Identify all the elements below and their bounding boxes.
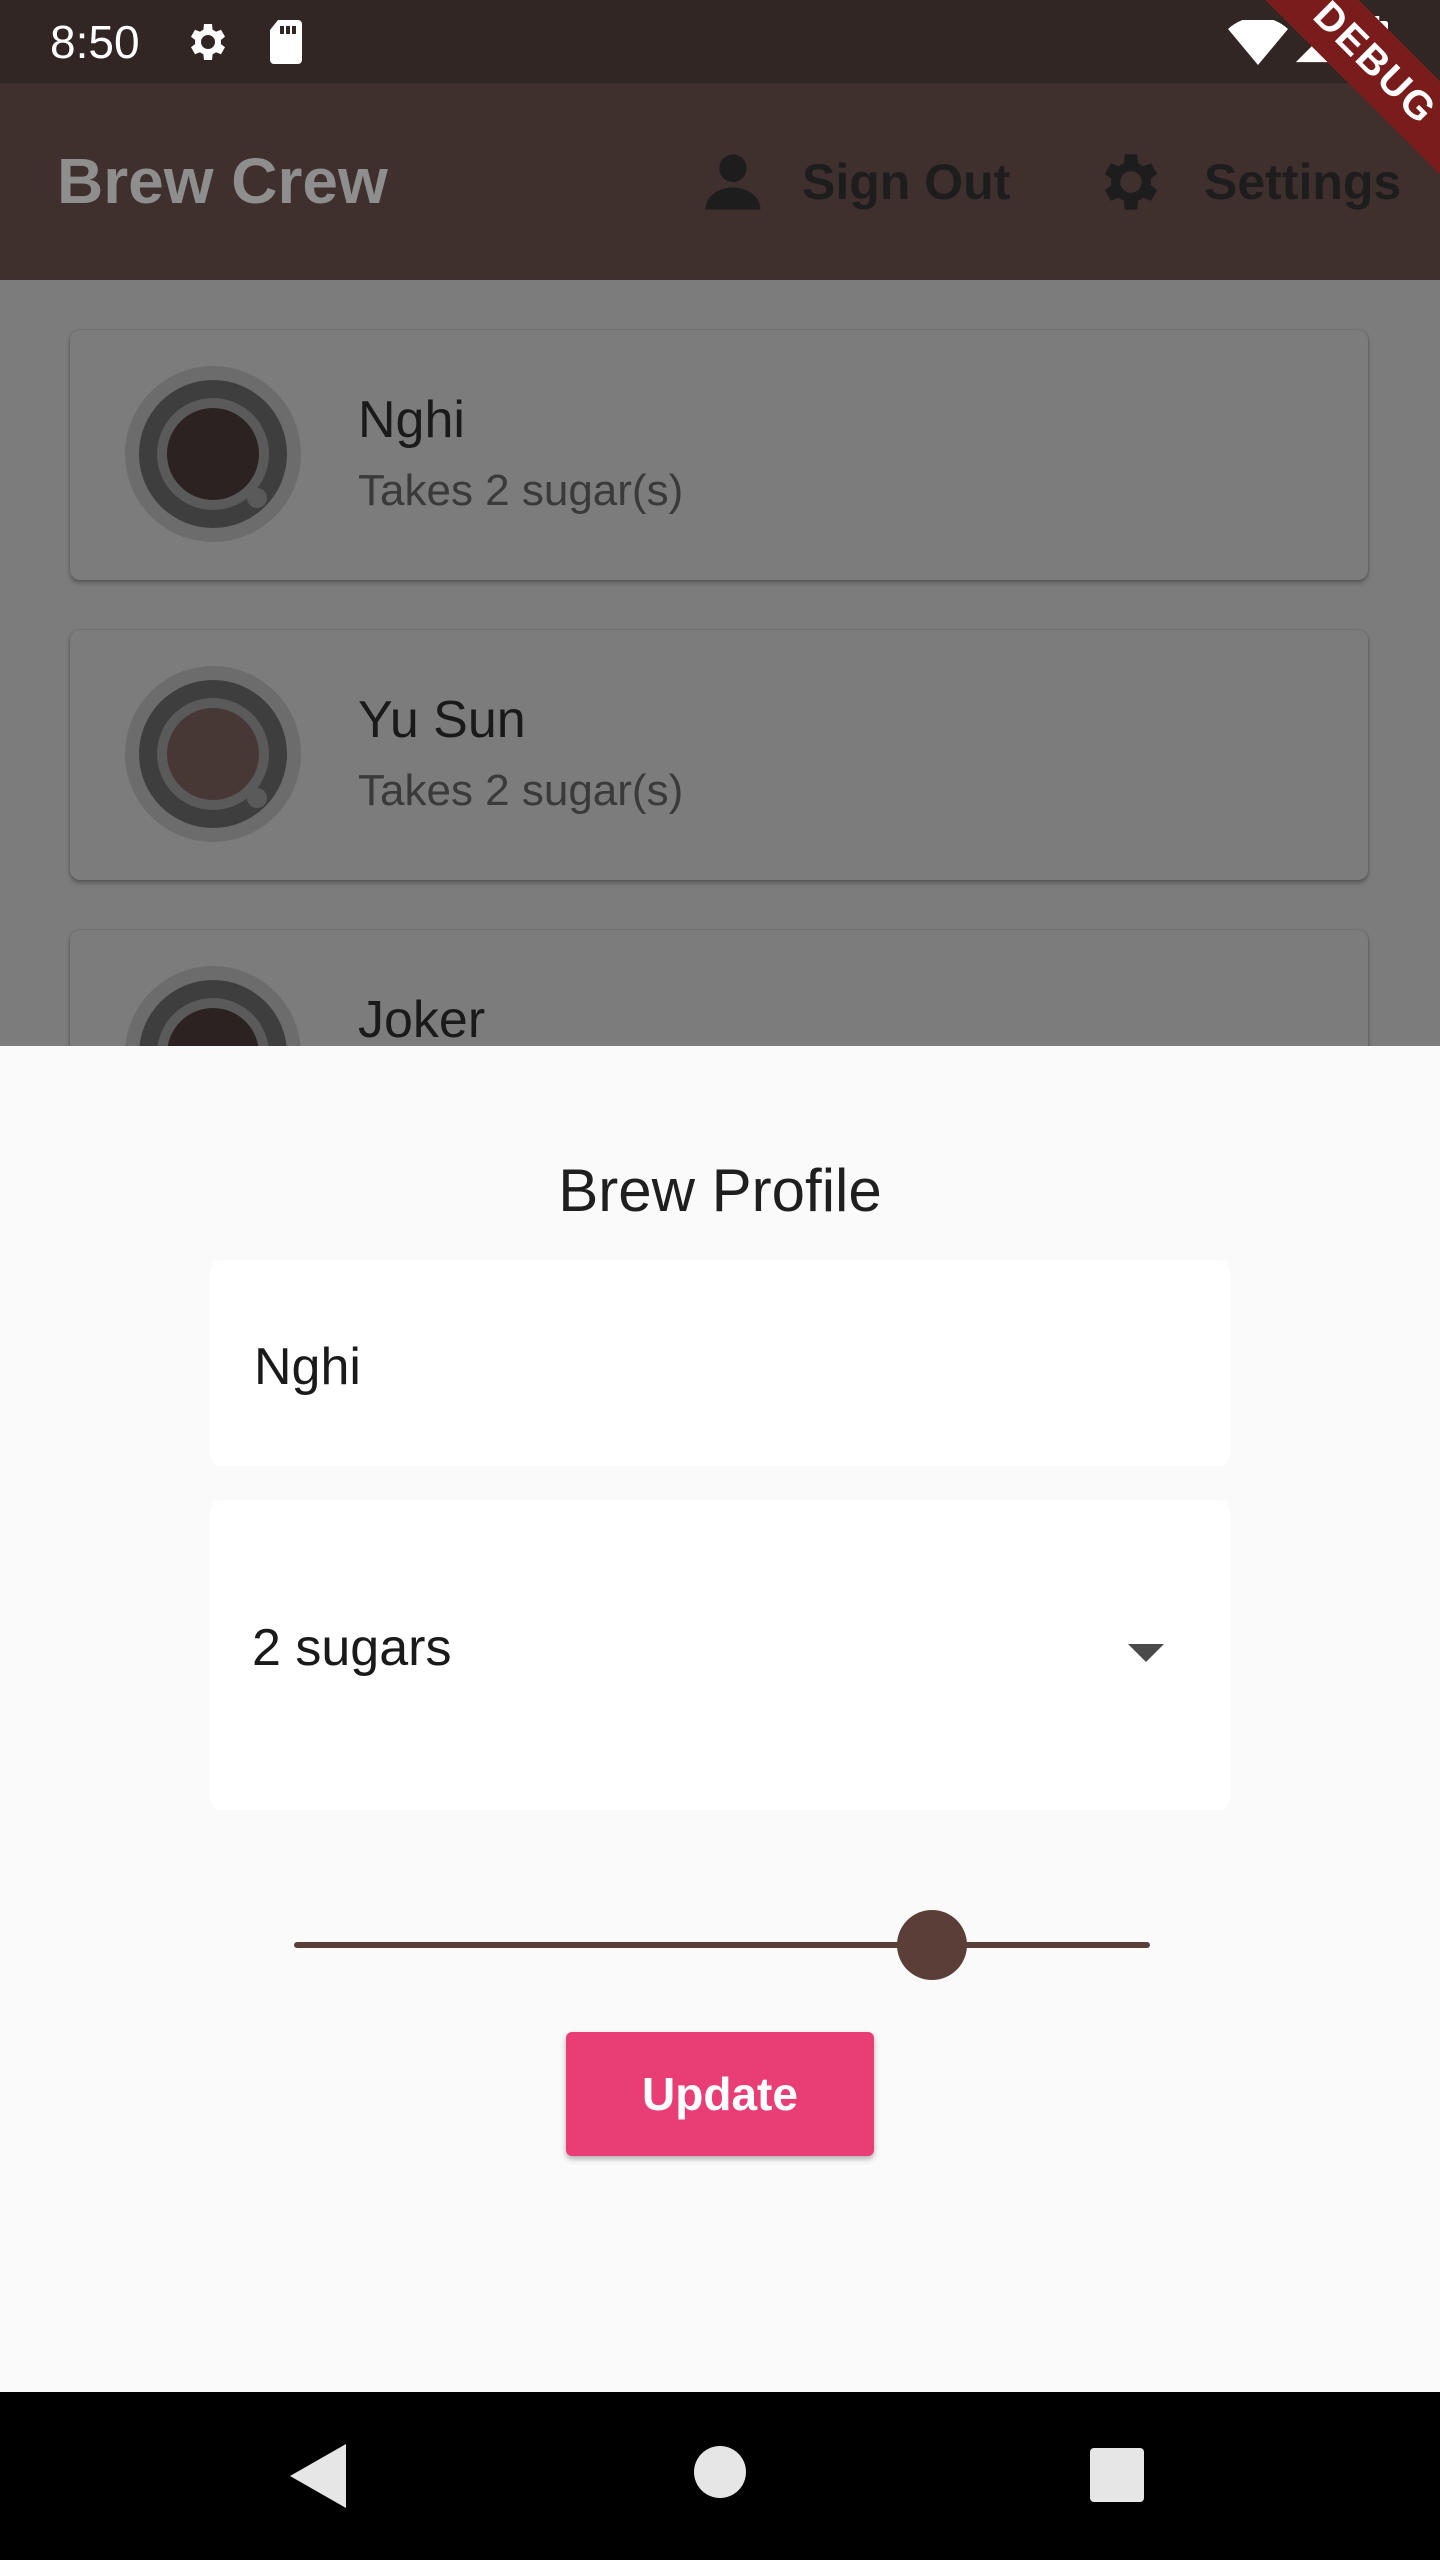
- name-input[interactable]: [252, 1326, 1156, 1408]
- strength-slider[interactable]: [294, 1906, 1150, 1986]
- settings-icon: [1104, 153, 1158, 210]
- settings-label: Settings: [1204, 153, 1402, 210]
- list-item[interactable]: Yu Sun Takes 2 sugar(s): [70, 630, 1368, 880]
- wifi-icon: [1228, 20, 1288, 65]
- sugars-dropdown[interactable]: 2 sugars: [210, 1500, 1230, 1810]
- name-field[interactable]: [210, 1260, 1230, 1466]
- sheet-title: Brew Profile: [558, 1157, 882, 1224]
- home-icon[interactable]: [694, 2446, 746, 2498]
- app-title: Brew Crew: [57, 145, 388, 217]
- gear-icon: [191, 24, 225, 60]
- sd-card-icon: [270, 20, 302, 64]
- coffee-cup-icon: [125, 966, 301, 1046]
- app-bar: Brew Crew Sign Out Settings: [0, 83, 1440, 280]
- back-icon[interactable]: [290, 2444, 346, 2508]
- list-item-subtitle: Takes 2 sugar(s): [358, 466, 684, 515]
- slider-track[interactable]: [294, 1942, 1150, 1948]
- person-icon: [705, 154, 761, 209]
- navigation-bar: [0, 2392, 1440, 2560]
- sign-out-label: Sign Out: [802, 153, 1011, 210]
- status-bar: 8:50: [0, 0, 1440, 83]
- list-item-name: Yu Sun: [358, 691, 526, 749]
- brew-list: Nghi Takes 2 sugar(s) Yu Sun Takes 2 sug…: [0, 280, 1440, 1046]
- coffee-cup-icon: [125, 366, 301, 542]
- coffee-cup-icon: [125, 666, 301, 842]
- list-item[interactable]: Nghi Takes 2 sugar(s): [70, 330, 1368, 580]
- sugars-selected: 2 sugars: [252, 1619, 452, 1677]
- list-item-subtitle: Takes 2 sugar(s): [358, 766, 684, 815]
- list-item[interactable]: Joker: [70, 930, 1368, 1046]
- update-button[interactable]: Update: [566, 2032, 874, 2156]
- settings-button[interactable]: Settings: [1094, 83, 1401, 280]
- list-item-name: Joker: [358, 991, 486, 1046]
- dropdown-arrow-icon: [1128, 1644, 1164, 1662]
- slider-thumb[interactable]: [896, 1910, 967, 1980]
- recents-icon[interactable]: [1090, 2448, 1144, 2502]
- status-time: 8:50: [50, 16, 140, 68]
- brew-profile-sheet: Brew Profile 2 sugars Update: [0, 1046, 1440, 2392]
- sign-out-button[interactable]: Sign Out: [700, 83, 1010, 280]
- list-item-name: Nghi: [358, 391, 465, 449]
